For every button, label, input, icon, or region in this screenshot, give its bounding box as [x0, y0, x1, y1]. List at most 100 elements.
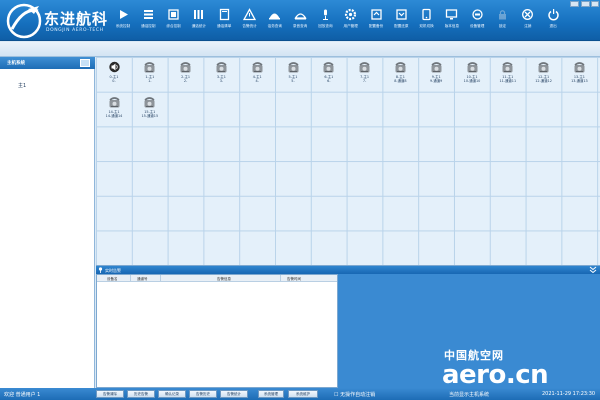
- channel-name: 9-通道9: [430, 79, 443, 84]
- current-system-text: 当前显示主机系统: [449, 392, 490, 398]
- cancel-icon: [522, 9, 534, 20]
- toolbar-button[interactable]: 双机切换: [416, 8, 438, 41]
- channel-name: 5-: [291, 79, 295, 84]
- maximize-button[interactable]: [581, 1, 590, 7]
- col-device: 设备名: [107, 276, 118, 281]
- channel-name: 10-通道10: [463, 79, 481, 84]
- toolbar-button-label: 版本信息: [444, 24, 460, 28]
- auto-logout-label: 无操作自动注销: [340, 392, 376, 398]
- column-divider: [280, 275, 281, 282]
- monitor-icon: [446, 9, 458, 20]
- status-button[interactable]: 告警统计: [220, 390, 248, 398]
- toolbar-button[interactable]: 用户管理: [340, 8, 362, 41]
- phone-icon: [538, 62, 549, 73]
- col-alarm-time: 告警时间: [287, 276, 301, 281]
- phone-icon: [144, 96, 155, 108]
- alarm-table-header: 设备名 通道号 告警信息 告警时间: [97, 275, 337, 282]
- toolbar-button-label: 双机切换: [419, 24, 434, 28]
- status-button[interactable]: 系统管理: [258, 390, 284, 398]
- channel-cell[interactable]: 1-主1 1-: [133, 58, 167, 92]
- col-alarm-info: 告警信息: [217, 276, 231, 281]
- brand-sub: DONGJIN AERO-TECH: [46, 28, 104, 33]
- toolbar-button[interactable]: 告警统计: [239, 8, 261, 41]
- channel-label: 14-主1 14-通道14: [97, 110, 131, 118]
- channel-cell[interactable]: 2-主1 2-: [169, 58, 203, 92]
- channel-label: 7-主1 7-: [348, 75, 382, 83]
- channel-grid: 0-主1 0- 1-主1 1- 2-主1 2- 3-主1 3- 4-主1 4- 5-主1 5- 6-主1…: [96, 57, 600, 266]
- close-button[interactable]: [591, 1, 599, 7]
- toolbar-button-label: 回放查询: [318, 24, 333, 28]
- channel-cell[interactable]: 8-主1 8-通道8: [383, 58, 417, 92]
- system-tree-panel: 主机系统 主1: [0, 57, 95, 388]
- channel-cell[interactable]: 6-主1 6-: [312, 58, 346, 92]
- phone-icon: [574, 62, 585, 73]
- channel-cell[interactable]: 15-主1 15-通道15: [133, 93, 167, 127]
- channel-cell[interactable]: 13-主1 13-通道13: [562, 58, 596, 92]
- toolbar-button-label: 用户管理: [343, 24, 358, 28]
- toolbar-button[interactable]: 综合控制: [163, 8, 185, 41]
- channel-label: 11-主1 11-通道11: [491, 75, 525, 83]
- book-icon: [219, 8, 229, 21]
- collapse-chevron-icon[interactable]: [589, 266, 597, 274]
- toolbar-button[interactable]: 版本信息: [441, 8, 463, 41]
- channel-cell[interactable]: 9-主1 9-通道9: [419, 58, 453, 92]
- toolbar-button[interactable]: 配置备份: [365, 8, 387, 41]
- toolbar-button-label: 录音查询: [292, 24, 308, 28]
- phone-icon: [216, 62, 227, 73]
- toolbar-button[interactable]: 通话控制: [137, 8, 159, 41]
- toolbar-button[interactable]: 退出: [542, 8, 564, 41]
- channel-name: 2-: [183, 79, 188, 84]
- toolbar-button[interactable]: 注销: [517, 8, 539, 41]
- toolbar-button-label: 话务查询: [267, 24, 282, 28]
- watermark-en: aero.cn: [442, 360, 549, 390]
- mic-icon: [322, 9, 328, 20]
- minimize-button[interactable]: [570, 1, 579, 7]
- toolbar-button[interactable]: 回放查询: [314, 8, 336, 41]
- channel-label: 4-主1 4-: [240, 75, 274, 83]
- toolbar-button-label: 系统控制: [115, 24, 131, 28]
- dome-icon: [269, 13, 281, 20]
- status-button[interactable]: 告警历史: [189, 390, 217, 398]
- restore-icon: [396, 9, 407, 20]
- channel-cell[interactable]: 4-主1 4-: [240, 58, 274, 92]
- tree-item-host[interactable]: 主1: [18, 82, 26, 89]
- toolbar-button[interactable]: 系统控制: [112, 8, 134, 41]
- channel-cell[interactable]: 7-主1 7-: [348, 58, 382, 92]
- channel-cell[interactable]: 14-主1 14-通道14: [97, 93, 131, 127]
- toolbar-button[interactable]: 话务查询: [264, 8, 286, 41]
- status-button[interactable]: 历史告警: [127, 390, 155, 398]
- toolbar-button[interactable]: 设备管理: [466, 8, 488, 41]
- status-button[interactable]: 系统维护: [288, 390, 318, 398]
- status-button[interactable]: 告警清除: [96, 390, 124, 398]
- channel-cell[interactable]: 3-主1 3-: [204, 58, 238, 92]
- phone-icon: [359, 62, 370, 73]
- play-icon: [119, 10, 128, 19]
- channel-cell[interactable]: 12-主1 12-通道12: [527, 58, 561, 92]
- channel-name: 7-: [362, 79, 367, 84]
- toolbar-button-label: 退出: [549, 24, 557, 28]
- toolbar-button[interactable]: 录音查询: [289, 8, 311, 41]
- channel-label: 13-主1 13-通道13: [562, 75, 596, 83]
- monitor-icon[interactable]: [80, 59, 90, 67]
- tab-strip: [0, 42, 600, 57]
- system-tree-header: 主机系统: [0, 57, 95, 69]
- lock-icon: [499, 10, 506, 20]
- status-button[interactable]: 确认记录: [158, 390, 186, 398]
- channel-label: 3-主1 3-: [204, 75, 238, 83]
- channel-label: 5-主1 5-: [276, 75, 310, 83]
- toolbar-button[interactable]: 通话统计: [188, 8, 210, 41]
- channel-cell[interactable]: 10-主1 10-通道10: [455, 58, 489, 92]
- pin-icon: [98, 267, 103, 273]
- device-icon: [472, 9, 483, 20]
- toolbar-button[interactable]: 锁定: [492, 8, 514, 41]
- channel-cell[interactable]: 11-主1 11-通道11: [491, 58, 525, 92]
- phone-icon: [431, 62, 442, 73]
- toolbar-button[interactable]: 通话清单: [213, 8, 235, 41]
- brand-logo: 东进航科 DONGJIN AERO-TECH: [2, 1, 112, 40]
- channel-label: 0-主1 0-: [97, 75, 131, 83]
- channel-cell[interactable]: 5-主1 5-: [276, 58, 310, 92]
- top-toolbar: 东进航科 DONGJIN AERO-TECH 系统控制 通话控制 综合控制 通话统计 通…: [0, 0, 600, 41]
- toolbar-button[interactable]: 配置还原: [390, 8, 412, 41]
- channel-cell[interactable]: 0-主1 0-: [97, 58, 131, 92]
- auto-logout-checkbox[interactable]: ☐ 无操作自动注销: [334, 391, 375, 398]
